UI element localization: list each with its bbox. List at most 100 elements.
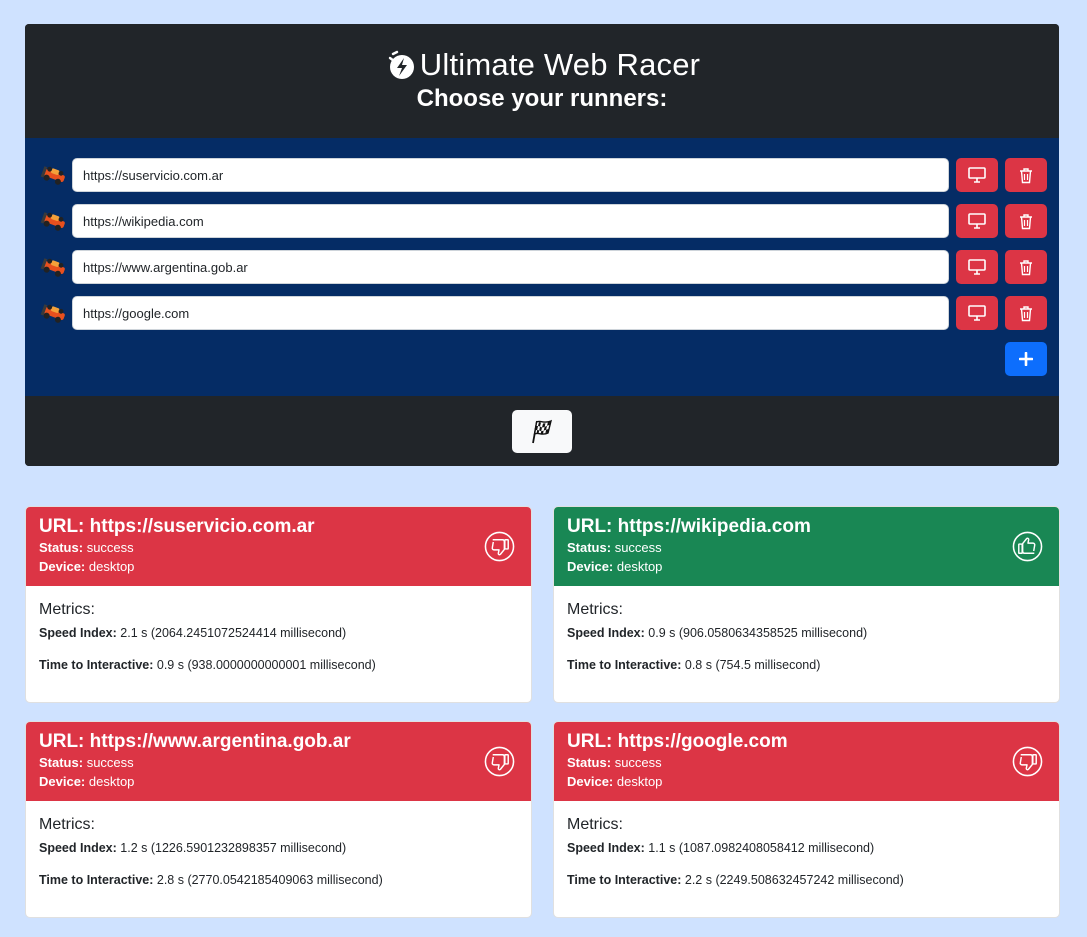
runner-url-input[interactable] [72, 204, 949, 238]
result-url: URL: https://wikipedia.com [567, 516, 1046, 538]
checkered-flag-icon [532, 419, 553, 444]
runner-row [40, 250, 1047, 284]
trash-icon [1020, 167, 1032, 183]
result-url: URL: https://google.com [567, 731, 1046, 753]
result-card-body: Metrics: Speed Index: 1.1 s (1087.098240… [554, 801, 1059, 917]
delete-runner-button[interactable] [1005, 158, 1047, 192]
url-label: URL: [39, 516, 85, 537]
tti-value: 0.9 s (938.0000000000001 millisecond) [156, 658, 376, 672]
result-device: Device: desktop [39, 772, 518, 791]
result-status: Status: success [39, 753, 518, 772]
desktop-device-button[interactable] [956, 296, 998, 330]
url-value: https://wikipedia.com [617, 516, 811, 537]
result-card-body: Metrics: Speed Index: 1.2 s (1226.590123… [26, 801, 531, 917]
race-car-icon [40, 212, 65, 231]
thumbs-up-icon [1012, 531, 1043, 562]
device-value: desktop [616, 774, 663, 789]
race-car-icon [40, 258, 65, 277]
result-card-header: URL: https://google.com Status: success … [554, 722, 1059, 801]
title-row: Ultimate Web Racer [25, 46, 1059, 84]
metrics-title: Metrics: [39, 816, 95, 833]
speed-index-metric: Speed Index: 1.1 s (1087.0982408058412 m… [567, 839, 1046, 857]
tti-metric: Time to Interactive: 2.8 s (2770.0542185… [39, 871, 518, 889]
result-status: Status: success [567, 753, 1046, 772]
desktop-device-button[interactable] [956, 158, 998, 192]
delete-runner-button[interactable] [1005, 250, 1047, 284]
speed-index-value: 1.1 s (1087.0982408058412 millisecond) [648, 841, 875, 855]
race-car-icon [40, 166, 65, 185]
runner-row [40, 204, 1047, 238]
device-value: desktop [88, 774, 135, 789]
result-card-header: URL: https://wikipedia.com Status: succe… [554, 507, 1059, 586]
tti-label: Time to Interactive: [39, 873, 154, 887]
speed-index-label: Speed Index: [567, 626, 645, 640]
delete-runner-button[interactable] [1005, 204, 1047, 238]
delete-runner-button[interactable] [1005, 296, 1047, 330]
race-car-icon [40, 304, 65, 323]
metrics-title: Metrics: [39, 601, 95, 618]
app-title: Ultimate Web Racer [419, 47, 701, 82]
result-card: URL: https://suservicio.com.ar Status: s… [25, 506, 532, 703]
url-label: URL: [567, 731, 613, 752]
status-label: Status: [39, 755, 84, 770]
desktop-device-button[interactable] [956, 250, 998, 284]
runner-url-input[interactable] [72, 158, 949, 192]
add-runner-row [40, 342, 1047, 376]
status-label: Status: [39, 540, 84, 555]
app-subtitle: Choose your runners: [416, 85, 668, 112]
metrics-title: Metrics: [567, 816, 623, 833]
speed-index-label: Speed Index: [39, 841, 117, 855]
monitor-icon [968, 259, 986, 275]
speed-index-value: 1.2 s (1226.5901232898357 millisecond) [120, 841, 347, 855]
tti-value: 2.8 s (2770.0542185409063 millisecond) [156, 873, 383, 887]
result-card-body: Metrics: Speed Index: 2.1 s (2064.245107… [26, 586, 531, 702]
device-label: Device: [39, 559, 86, 574]
racer-header: Ultimate Web Racer Choose your runners: [25, 24, 1059, 138]
url-value: https://www.argentina.gob.ar [89, 731, 351, 752]
add-runner-button[interactable] [1005, 342, 1047, 376]
result-card: URL: https://www.argentina.gob.ar Status… [25, 721, 532, 918]
tti-label: Time to Interactive: [39, 658, 154, 672]
status-value: success [614, 540, 662, 555]
tti-metric: Time to Interactive: 0.9 s (938.00000000… [39, 656, 518, 674]
desktop-device-button[interactable] [956, 204, 998, 238]
runner-url-input[interactable] [72, 296, 949, 330]
runners-list [25, 138, 1059, 396]
status-value: success [86, 540, 134, 555]
plus-icon [1019, 352, 1033, 366]
speed-index-metric: Speed Index: 2.1 s (2064.2451072524414 m… [39, 624, 518, 642]
tti-label: Time to Interactive: [567, 658, 682, 672]
metrics-title: Metrics: [567, 601, 623, 618]
tti-value: 0.8 s (754.5 millisecond) [684, 658, 821, 672]
result-card: URL: https://google.com Status: success … [553, 721, 1060, 918]
result-device: Device: desktop [567, 772, 1046, 791]
device-value: desktop [88, 559, 135, 574]
url-label: URL: [567, 516, 613, 537]
result-card-body: Metrics: Speed Index: 0.9 s (906.0580634… [554, 586, 1059, 702]
speed-index-label: Speed Index: [567, 841, 645, 855]
bolt-icon [388, 50, 414, 79]
trash-icon [1020, 305, 1032, 321]
monitor-icon [968, 305, 986, 321]
url-label: URL: [39, 731, 85, 752]
url-value: https://suservicio.com.ar [89, 516, 315, 537]
monitor-icon [968, 213, 986, 229]
start-race-button[interactable] [512, 409, 572, 453]
tti-value: 2.2 s (2249.508632457242 millisecond) [684, 873, 904, 887]
result-url: URL: https://www.argentina.gob.ar [39, 731, 518, 753]
runner-row [40, 296, 1047, 330]
runner-row [40, 158, 1047, 192]
device-label: Device: [567, 559, 614, 574]
runner-url-input[interactable] [72, 250, 949, 284]
status-label: Status: [567, 755, 612, 770]
speed-index-metric: Speed Index: 0.9 s (906.0580634358525 mi… [567, 624, 1046, 642]
status-value: success [614, 755, 662, 770]
result-status: Status: success [39, 538, 518, 557]
result-status: Status: success [567, 538, 1046, 557]
status-label: Status: [567, 540, 612, 555]
speed-index-metric: Speed Index: 1.2 s (1226.5901232898357 m… [39, 839, 518, 857]
tti-metric: Time to Interactive: 2.2 s (2249.5086324… [567, 871, 1046, 889]
result-card-header: URL: https://suservicio.com.ar Status: s… [26, 507, 531, 586]
thumbs-down-icon [484, 531, 515, 562]
racer-footer [25, 396, 1059, 466]
